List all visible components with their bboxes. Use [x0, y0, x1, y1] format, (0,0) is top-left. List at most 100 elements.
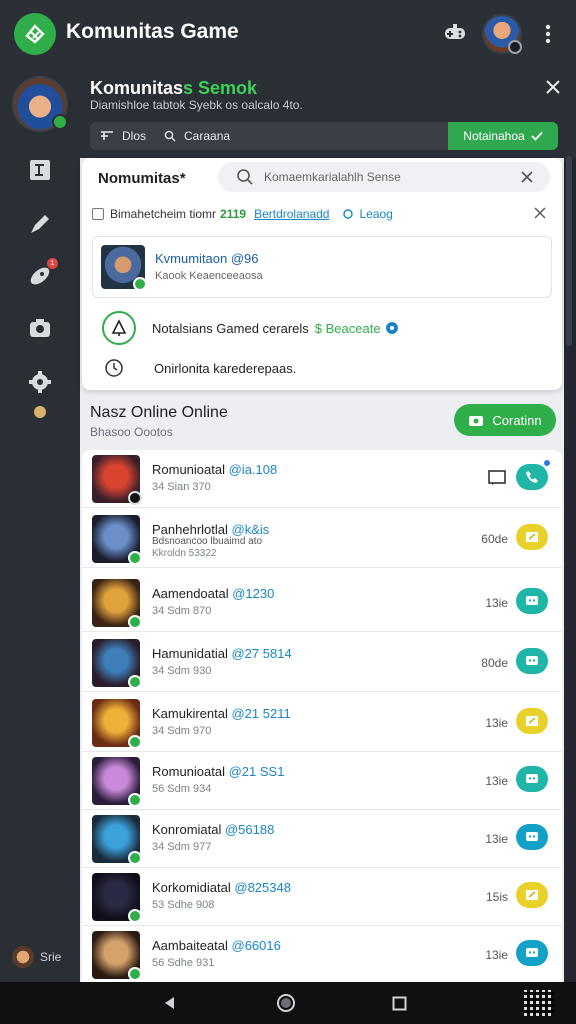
scrollbar[interactable] — [566, 156, 572, 346]
community-title: Komunitass Semok — [90, 78, 257, 99]
result-subtitle: Kaook Keaenceeaosa — [155, 270, 263, 282]
community-subtitle: Diamishloe tabtok Syebk os oalcalo 4to. — [90, 98, 303, 112]
member-row[interactable]: Romunioatal @ia.108 34 Sian 370 — [82, 450, 562, 508]
member-row[interactable]: Korkomidiatal @825348 53 Sdhe 908 15is — [82, 868, 562, 926]
member-name: Romunioatal @ia.108 — [152, 462, 277, 477]
back-icon[interactable] — [162, 995, 178, 1011]
user-mini-avatar — [12, 946, 34, 968]
rail-user[interactable]: Srie — [12, 946, 61, 968]
member-meta: Bdsnoancoo lbuaimd ato — [152, 536, 263, 547]
member-handle: @56188 — [221, 822, 275, 837]
member-handle: @825348 — [230, 880, 291, 895]
chat-button-icon[interactable] — [516, 648, 548, 674]
member-meta-secondary: Kkroldn 53322 — [152, 548, 217, 559]
member-meta: 34 Sdm 870 — [152, 605, 212, 617]
edit-brush-icon[interactable] — [24, 208, 56, 240]
filter-label[interactable]: Dlos — [122, 129, 146, 143]
left-rail: 1 Srie — [0, 66, 80, 982]
filter-link[interactable]: Bertdrolanadd — [254, 207, 329, 221]
camera-add-icon — [468, 413, 484, 427]
search-input[interactable] — [264, 170, 514, 184]
search-card-title-text: Nomumitas — [98, 170, 180, 187]
chat-button-icon[interactable] — [516, 588, 548, 614]
member-row[interactable]: Romunioatal @21 SS1 56 Sdm 934 13ie — [82, 752, 562, 810]
qr-code-icon[interactable] — [524, 990, 554, 1016]
camera-icon[interactable] — [24, 312, 56, 344]
edit-button-icon[interactable] — [516, 708, 548, 734]
member-name-text: Panhehrlotlal — [152, 522, 228, 537]
edit-button-icon[interactable] — [516, 882, 548, 908]
community-search-bar[interactable] — [218, 162, 550, 192]
section-title: Nasz Online Online — [90, 404, 228, 421]
create-button[interactable]: Coratinn — [454, 404, 556, 436]
search-icon — [164, 130, 176, 142]
member-list: Romunioatal @ia.108 34 Sian 370 Panhehrlot… — [82, 450, 562, 982]
search-icon — [236, 168, 254, 186]
filter-prefix: Bimahetcheim tiomr — [110, 207, 217, 221]
call-button-icon[interactable] — [516, 464, 548, 490]
search-card-title: Nomumitas* — [98, 170, 186, 187]
status-icon — [128, 551, 142, 565]
member-handle: @ia.108 — [225, 462, 278, 477]
user-avatar[interactable] — [482, 14, 522, 54]
member-time: 13ie — [485, 948, 508, 962]
unread-dot — [544, 460, 550, 466]
clear-search-icon[interactable] — [520, 170, 534, 184]
member-avatar — [92, 639, 142, 689]
notification-button[interactable]: Notainahoa — [448, 122, 558, 150]
online-row[interactable]: Onirlonita karederepaas. — [104, 358, 296, 378]
member-handle: @21 5211 — [227, 706, 291, 721]
recent-apps-icon[interactable] — [392, 996, 407, 1011]
member-avatar — [92, 815, 142, 865]
member-row[interactable]: Konromiatal @56188 34 Sdm 977 13ie — [82, 810, 562, 868]
status-icon — [128, 735, 142, 749]
member-name-text: Kamukirental — [152, 706, 228, 721]
member-row[interactable]: Aambaiteatal @66016 56 Sdhe 931 13ie — [82, 926, 562, 982]
chat-button-icon[interactable] — [516, 766, 548, 792]
filter-count: 2119 — [220, 207, 247, 221]
chat-button-icon[interactable] — [516, 824, 548, 850]
close-filter-icon[interactable] — [534, 207, 546, 219]
message-icon[interactable] — [488, 470, 506, 486]
search-result-item[interactable]: Kvmumitaon @96 Kaook Keaenceeaosa — [92, 236, 552, 298]
app-bar: Komunitas Game — [0, 0, 576, 66]
settings-gear-icon[interactable] — [24, 366, 56, 398]
online-clock-icon — [104, 358, 124, 378]
result-thumbnail — [101, 245, 147, 291]
member-name: Korkomidiatal @825348 — [152, 880, 291, 895]
member-handle: @k&is — [227, 522, 270, 537]
member-row[interactable]: Panhehrlotlal @k&is Bdsnoancoo lbuaimd at… — [82, 510, 562, 568]
member-row[interactable]: Kamukirental @21 5211 34 Sdm 970 13ie — [82, 694, 562, 752]
chat-button-icon[interactable] — [516, 940, 548, 966]
member-avatar — [92, 699, 142, 749]
game-controller-leaf-icon[interactable] — [14, 13, 56, 55]
member-name: Aamendoatal @1230 — [152, 586, 274, 601]
member-time: 15is — [485, 890, 508, 904]
member-row[interactable]: Hamunidatial @27 5814 34 Sdm 930 80de — [82, 634, 562, 692]
member-handle: @21 SS1 — [225, 764, 285, 779]
more-vert-icon[interactable] — [540, 22, 556, 46]
home-icon[interactable] — [276, 993, 296, 1013]
member-handle: @1230 — [228, 586, 275, 601]
member-time: 13ie — [485, 832, 508, 846]
close-icon[interactable] — [544, 78, 562, 96]
filter-tag[interactable]: Leaog — [359, 207, 392, 221]
title-main: Komunitas — [90, 78, 184, 98]
filter-icon[interactable] — [100, 130, 114, 142]
status-icon — [128, 793, 142, 807]
filter-checkbox[interactable] — [92, 208, 104, 220]
create-button-label: Coratinn — [492, 412, 542, 428]
rocket-icon[interactable]: 1 — [24, 258, 58, 292]
notification-row[interactable]: Notalsians Gamed cerarels $ Beaceate — [102, 310, 542, 346]
info-badge-icon — [385, 321, 399, 335]
status-icon — [128, 967, 142, 981]
leaderboard-icon[interactable] — [24, 154, 56, 186]
gamepad-icon[interactable] — [442, 20, 468, 46]
notification-button-label: Notainahoa — [463, 129, 525, 143]
member-name-text: Korkomidiatal — [152, 880, 231, 895]
member-time: 13ie — [485, 716, 508, 730]
edit-button-icon[interactable] — [516, 524, 548, 550]
rail-avatar[interactable] — [12, 76, 68, 132]
member-row[interactable]: Aamendoatal @1230 34 Sdm 870 13ie — [82, 574, 562, 632]
search-label[interactable]: Caraana — [184, 129, 230, 143]
